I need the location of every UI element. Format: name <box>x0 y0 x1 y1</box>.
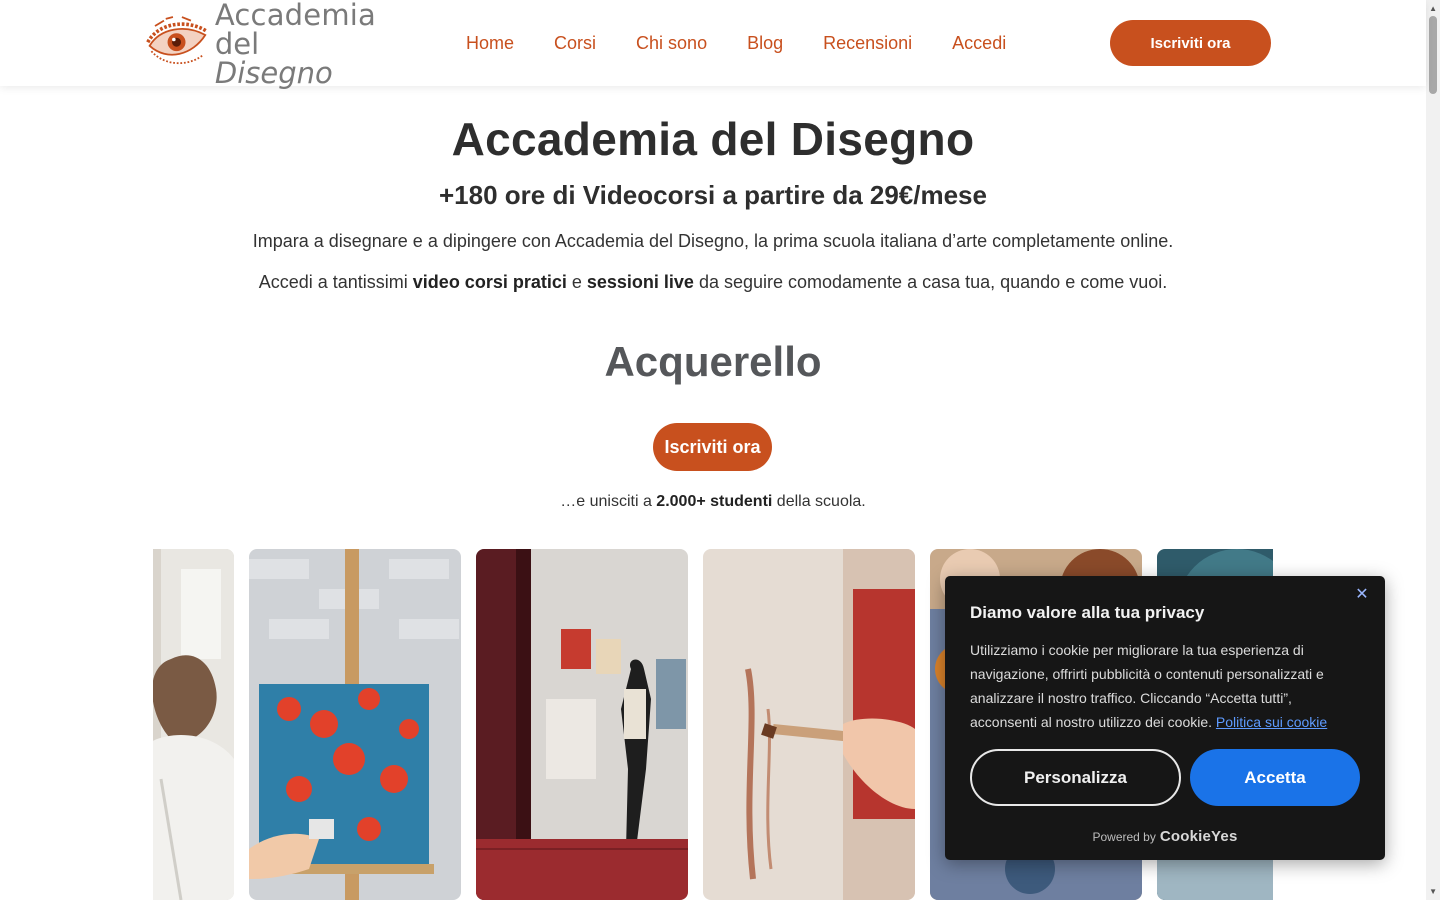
nav-blog[interactable]: Blog <box>727 30 803 56</box>
student-photo-image <box>153 549 234 900</box>
eye-logo-icon <box>146 16 209 64</box>
scroll-down-arrow-icon[interactable]: ▼ <box>1429 887 1437 896</box>
gallery-image-studio[interactable] <box>476 549 688 900</box>
cookie-policy-link[interactable]: Politica sui cookie <box>1216 714 1327 730</box>
hero-intro-text: Impara a disegnare e a dipingere con Acc… <box>252 231 1174 251</box>
section-signup-button[interactable]: Iscriviti ora <box>653 423 772 471</box>
gallery-image-brush[interactable] <box>703 549 915 900</box>
cookie-customize-button[interactable]: Personalizza <box>970 749 1181 806</box>
close-icon[interactable]: ✕ <box>1353 586 1371 604</box>
cookieyes-logo[interactable]: CookieYes <box>1160 828 1238 845</box>
nav-recensioni[interactable]: Recensioni <box>803 30 932 56</box>
nav-chi-sono[interactable]: Chi sono <box>616 30 727 56</box>
poppy-painting-image <box>249 549 461 900</box>
site-logo[interactable]: Accademia del Disegno <box>146 0 376 87</box>
cookie-consent-banner: ✕ Diamo valore alla tua privacy Utilizzi… <box>945 576 1385 860</box>
logo-line2: del Disegno <box>214 26 333 90</box>
logo-wordmark: Accademia del Disegno <box>214 0 376 90</box>
students-count-text: …e unisciti a 2.000+ studenti della scuo… <box>560 493 866 510</box>
nav-corsi[interactable]: Corsi <box>534 30 616 56</box>
page-title: Accademia del Disegno <box>451 113 975 165</box>
scroll-up-arrow-icon[interactable]: ▲ <box>1429 4 1437 13</box>
cookie-title: Diamo valore alla tua privacy <box>970 603 1205 622</box>
cookie-description: Utilizziamo i cookie per migliorare la t… <box>970 642 1328 730</box>
page-scrollbar[interactable]: ▲ ▼ <box>1426 0 1440 900</box>
hero-features-text: Accedi a tantissimi video corsi pratici … <box>258 272 1168 292</box>
site-header: Accademia del Disegno Home Corsi Chi son… <box>0 0 1426 87</box>
main-nav: Home Corsi Chi sono Blog Recensioni Acce… <box>446 30 1026 56</box>
logo-line1: Accademia <box>214 0 376 32</box>
powered-by: Powered by CookieYes <box>1092 828 1238 845</box>
nav-home[interactable]: Home <box>446 30 534 56</box>
nav-accedi[interactable]: Accedi <box>932 30 1026 56</box>
gallery-image-student[interactable] <box>153 549 234 900</box>
brush-painting-image <box>703 549 915 900</box>
gallery-image-poppies[interactable] <box>249 549 461 900</box>
course-section-title: Acquerello <box>604 338 822 385</box>
header-signup-button[interactable]: Iscriviti ora <box>1110 20 1271 66</box>
scrollbar-thumb[interactable] <box>1429 16 1437 94</box>
art-studio-image <box>476 549 688 900</box>
hero-subtitle: +180 ore di Videocorsi a partire da 29€/… <box>439 180 987 210</box>
cookie-accept-button[interactable]: Accetta <box>1190 749 1360 806</box>
